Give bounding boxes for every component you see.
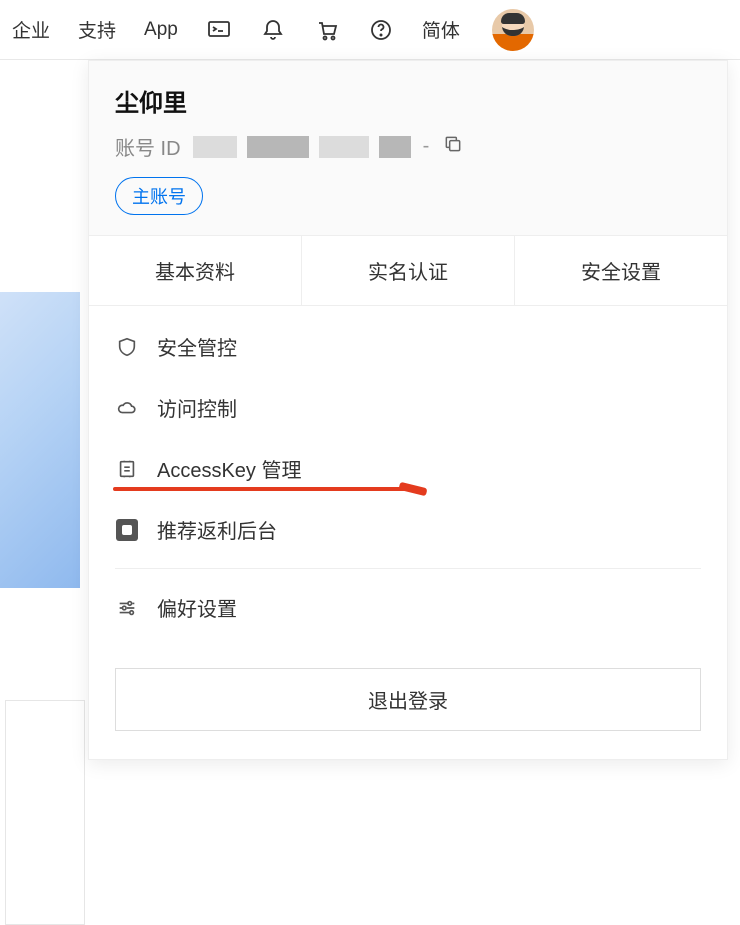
item-label: 推荐返利后台 bbox=[157, 515, 277, 544]
bell-icon[interactable] bbox=[260, 17, 286, 43]
mask-dash: - bbox=[423, 135, 430, 158]
item-label: 偏好设置 bbox=[157, 593, 237, 622]
account-id-label: 账号 ID bbox=[115, 132, 181, 161]
terminal-icon[interactable] bbox=[206, 17, 232, 43]
logout-button[interactable]: 退出登录 bbox=[115, 668, 701, 731]
item-label: AccessKey 管理 bbox=[157, 454, 301, 483]
account-id-masked: - bbox=[193, 135, 432, 158]
top-nav: 企业 支持 App 简体 bbox=[0, 0, 740, 60]
mask-segment bbox=[379, 136, 411, 158]
logout-section: 退出登录 bbox=[89, 648, 727, 759]
divider bbox=[115, 568, 701, 569]
tab-real-name[interactable]: 实名认证 bbox=[302, 236, 515, 306]
cloud-icon bbox=[115, 396, 139, 420]
nav-support[interactable]: 支持 bbox=[78, 16, 116, 43]
cart-icon[interactable] bbox=[314, 17, 340, 43]
dropdown-header: 尘仰里 账号 ID - 主账号 bbox=[89, 61, 727, 236]
mask-segment bbox=[247, 136, 309, 158]
shield-icon bbox=[115, 335, 139, 359]
item-preferences[interactable]: 偏好设置 bbox=[89, 577, 727, 638]
tab-security-settings[interactable]: 安全设置 bbox=[515, 236, 727, 306]
nav-language[interactable]: 简体 bbox=[422, 16, 460, 43]
key-icon bbox=[115, 457, 139, 481]
item-access-control[interactable]: 访问控制 bbox=[89, 377, 727, 438]
item-security-control[interactable]: 安全管控 bbox=[89, 316, 727, 377]
dropdown-tabs: 基本资料 实名认证 安全设置 bbox=[89, 236, 727, 306]
nav-app[interactable]: App bbox=[144, 19, 178, 41]
mask-segment bbox=[193, 136, 237, 158]
nav-enterprise[interactable]: 企业 bbox=[12, 16, 50, 43]
dropdown-list: 安全管控 访问控制 AccessKey 管理 推荐返利后台 偏好设置 bbox=[89, 306, 727, 648]
copy-icon[interactable] bbox=[443, 134, 463, 159]
sliders-icon bbox=[115, 596, 139, 620]
item-accesskey-management[interactable]: AccessKey 管理 bbox=[89, 438, 727, 499]
item-rebate-backend[interactable]: 推荐返利后台 bbox=[89, 499, 727, 560]
user-dropdown: 尘仰里 账号 ID - 主账号 基本资料 实名认证 安全设置 安全管控 bbox=[88, 60, 728, 760]
account-type-badge: 主账号 bbox=[115, 177, 203, 215]
account-id-row: 账号 ID - bbox=[115, 132, 701, 161]
avatar[interactable] bbox=[492, 9, 534, 51]
tab-basic-info[interactable]: 基本资料 bbox=[89, 236, 302, 306]
item-label: 访问控制 bbox=[157, 393, 237, 422]
background-banner bbox=[0, 292, 80, 588]
help-icon[interactable] bbox=[368, 17, 394, 43]
item-label: 安全管控 bbox=[157, 332, 237, 361]
rebate-icon bbox=[115, 518, 139, 542]
background-card bbox=[5, 700, 85, 925]
mask-segment bbox=[319, 136, 369, 158]
username: 尘仰里 bbox=[115, 83, 701, 118]
